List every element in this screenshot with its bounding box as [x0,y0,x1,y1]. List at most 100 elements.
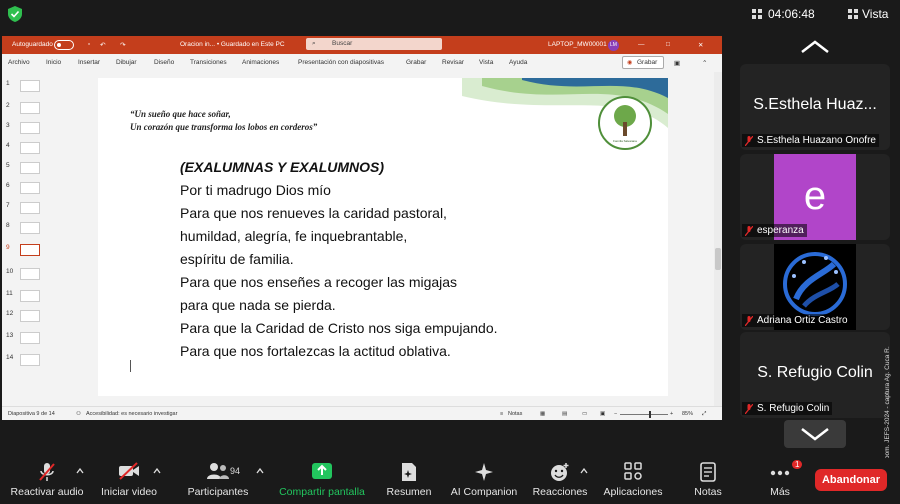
reactions-options-chevron-icon[interactable] [580,468,588,474]
zoom-slider-thumb[interactable] [649,411,651,418]
slide-thumbnail[interactable] [20,290,40,302]
tab-dibujar[interactable]: Dibujar [116,59,137,66]
apps-button[interactable]: Aplicaciones [598,458,668,504]
tab-grabar[interactable]: Grabar [406,59,426,66]
muted-mic-icon [745,225,753,236]
meeting-timer[interactable]: 04:06:48 [752,4,815,24]
zoom-level[interactable]: 85% [682,411,693,417]
accessibility-icon[interactable]: ⚇ [76,411,81,417]
audio-options-chevron-icon[interactable] [76,468,84,474]
ppt-search-input[interactable]: ⌕ Buscar [306,38,442,50]
slide-scrollbar[interactable] [714,72,722,406]
notes-icon[interactable]: ≡ [500,411,503,417]
autosave-toggle[interactable] [54,40,74,50]
timer-grid-icon [752,9,762,19]
grabar-button[interactable]: ◉ Grabar [622,56,664,69]
shield-icon[interactable] [8,6,22,22]
tab-insertar[interactable]: Insertar [78,59,100,66]
participant-tile[interactable]: S.Esthela Huaz... S.Esthela Huazano Onof… [740,64,890,150]
view-button[interactable]: Vista [848,4,888,24]
ai-companion-button[interactable]: AI Companion [446,458,522,504]
slide-line: para que nada se pierda. [180,297,336,313]
notes-button[interactable]: Notas [684,458,732,504]
mic-muted-icon [39,463,55,481]
ppt-search-placeholder: Buscar [332,40,353,47]
participants-options-chevron-icon[interactable] [256,468,264,474]
accessibility-status[interactable]: Accesibilidad: es necesario investigar [86,411,177,417]
leave-button[interactable]: Abandonar [815,469,887,491]
tab-revisar[interactable]: Revisar [442,59,464,66]
slide-thumbnail-selected[interactable] [20,244,40,256]
sorter-view-icon[interactable]: ▤ [562,411,567,417]
slide-thumbnail[interactable] [20,354,40,366]
document-title: Oracion in... • Guardado en Este PC [180,41,285,48]
tab-presentacion[interactable]: Presentación con diapositivas [298,59,384,66]
participant-tile[interactable]: e esperanza [740,154,890,240]
participant-tile[interactable]: S. Refugio Colin S. Refugio Colin [740,332,890,418]
slide-line: espíritu de familia. [180,251,294,267]
thumb-number: 1 [6,80,10,87]
slide-thumbnail[interactable] [20,142,40,154]
zoom-slider[interactable] [620,414,668,415]
thumb-number: 6 [6,182,10,189]
slide-canvas[interactable]: Familia Salesiana “Un sueño que hace soñ… [98,78,668,396]
muted-mic-icon [745,403,753,414]
slide-thumbnail[interactable] [20,332,40,344]
video-options-chevron-icon[interactable] [153,468,161,474]
slideshow-icon[interactable]: ▣ [600,411,605,417]
share-ribbon-icon[interactable]: ▣ [674,59,680,67]
redo-icon[interactable]: ↷ [120,41,125,49]
tab-animaciones[interactable]: Animaciones [242,59,279,66]
reactions-button[interactable]: Reacciones [528,458,592,504]
tab-inicio[interactable]: Inicio [46,59,61,66]
summary-button[interactable]: Resumen [380,458,438,504]
logo-text: Familia Salesiana [613,139,637,143]
tab-ayuda[interactable]: Ayuda [509,59,527,66]
notes-icon [700,462,716,482]
unmute-button[interactable]: Reactivar audio [4,458,90,504]
slide-thumbnail[interactable] [20,102,40,114]
fit-slide-icon[interactable]: ⤢ [702,411,706,418]
slide-thumbnail[interactable] [20,182,40,194]
participant-tile[interactable]: Adriana Ortiz Castro [740,244,890,330]
ppt-search-icon: ⌕ [312,40,316,47]
unmute-label: Reactivar audio [10,486,84,498]
motto-line-2: Un corazón que transforma los lobos en c… [130,122,318,132]
tab-archivo[interactable]: Archivo [8,59,30,66]
avatar[interactable]: LM [608,40,619,51]
tab-diseno[interactable]: Diseño [154,59,174,66]
scroll-down-button[interactable] [784,420,846,448]
share-screen-button[interactable]: Compartir pantalla [272,458,372,504]
maximize-icon[interactable]: □ [666,41,670,48]
reading-view-icon[interactable]: ▭ [582,411,587,417]
slide-thumbnail[interactable] [20,222,40,234]
scrollbar-thumb[interactable] [715,248,721,270]
minimize-icon[interactable]: — [638,41,645,48]
thumb-number: 11 [6,290,13,297]
zoom-in-icon[interactable]: + [670,411,673,417]
text-cursor [130,360,131,372]
chevron-up-icon[interactable] [800,40,830,54]
normal-view-icon[interactable]: ▦ [540,411,545,417]
slide-thumbnail[interactable] [20,202,40,214]
slide-thumbnail[interactable] [20,162,40,174]
undo-icon[interactable]: ↶ [100,41,105,49]
record-icon: ◉ [627,60,633,66]
notes-toggle[interactable]: Notas [508,411,522,417]
participant-label: Adriana Ortiz Castro [742,314,851,327]
slide-thumbnail[interactable] [20,80,40,92]
more-button[interactable]: 1 Más [756,458,804,504]
ribbon-options-icon[interactable]: ⌃ [702,59,707,67]
participants-button[interactable]: 94 Participantes [182,458,254,504]
slide-thumbnail[interactable] [20,310,40,322]
motto-line-1: “Un sueño que hace soñar, [130,109,231,119]
slide-thumbnail[interactable] [20,122,40,134]
slide-body-text[interactable]: (EXALUMNAS Y EXALUMNOS) Por ti madrugo D… [180,156,498,363]
start-video-button[interactable]: Iniciar video [94,458,164,504]
tab-vista[interactable]: Vista [479,59,493,66]
close-icon[interactable]: ✕ [698,41,703,49]
tab-transiciones[interactable]: Transiciones [190,59,227,66]
zoom-out-icon[interactable]: − [614,411,617,417]
slide-thumbnail[interactable] [20,268,40,280]
save-icon[interactable]: ▫ [88,41,90,48]
